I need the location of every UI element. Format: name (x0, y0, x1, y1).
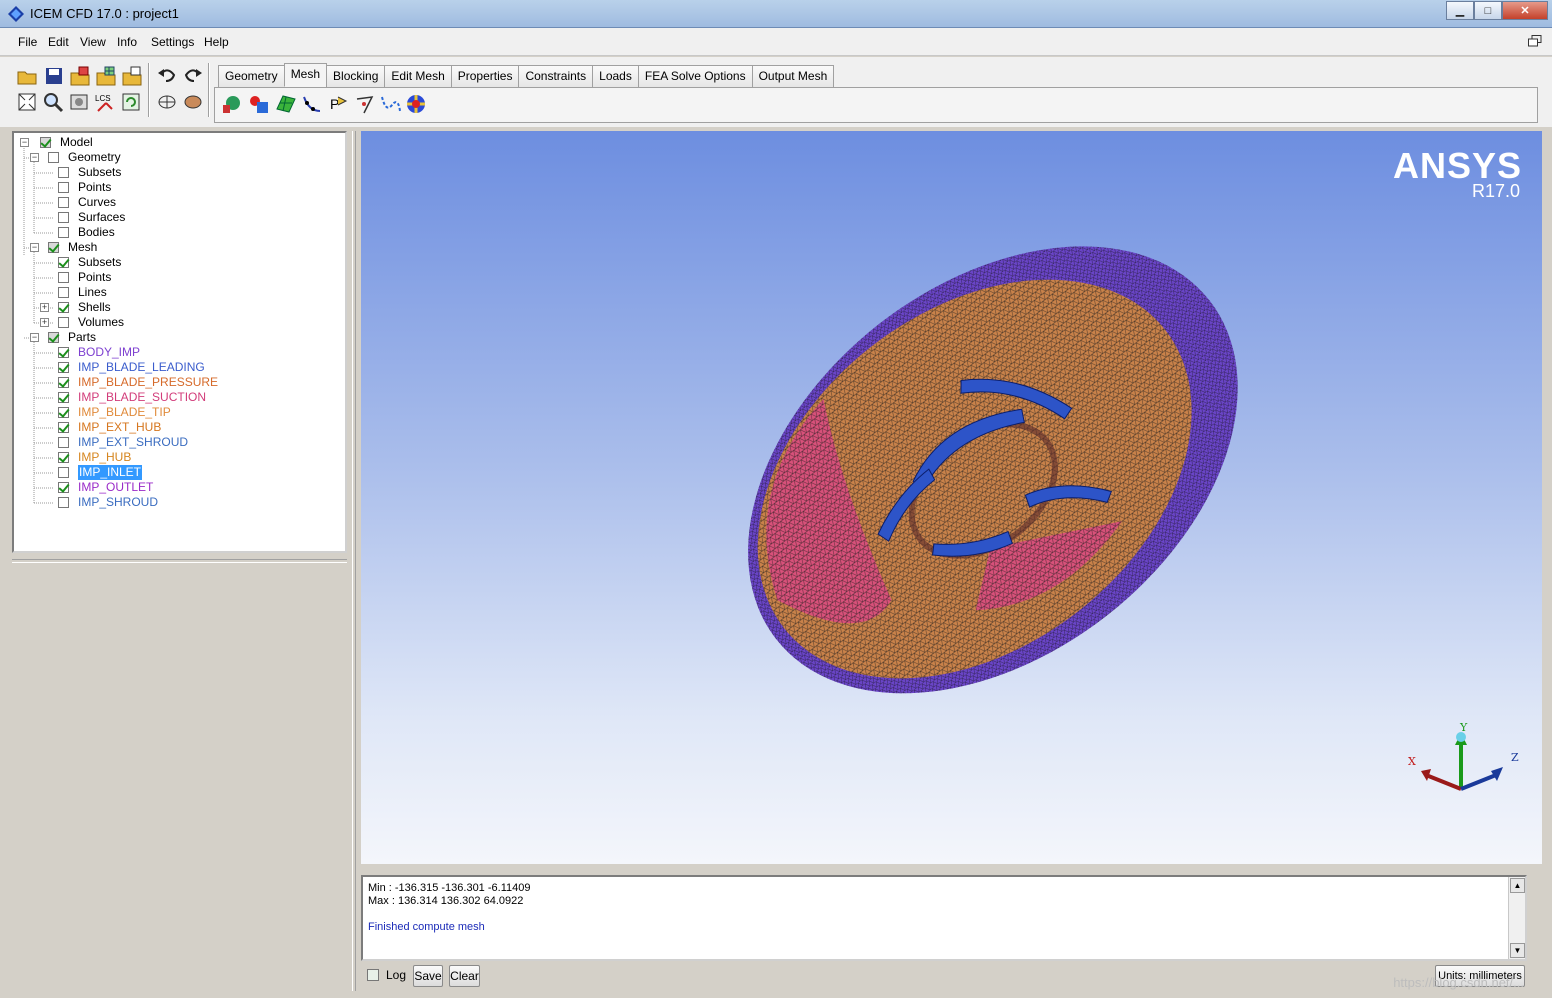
zoom-box-icon[interactable] (42, 91, 64, 113)
tab-constraints[interactable]: Constraints (518, 65, 594, 87)
axis-y-label: Y (1460, 721, 1468, 734)
restore-window-icon[interactable] (1528, 35, 1542, 47)
part-label: IMP_BLADE_PRESSURE (78, 375, 219, 389)
part-visibility-checkbox[interactable] (58, 407, 69, 418)
tab-edit-mesh[interactable]: Edit Mesh (384, 65, 452, 87)
refresh-icon[interactable] (120, 91, 142, 113)
menu-bar: File Edit View Info Settings Help (0, 28, 1552, 56)
toolbar: LCS Geometry Mesh Blocking Edit Mesh Pro… (0, 57, 1552, 127)
log-checkbox[interactable] (367, 969, 379, 981)
part-label: IMP_EXT_HUB (78, 420, 162, 434)
global-mesh-setup-icon[interactable] (221, 93, 243, 115)
maximize-button[interactable]: □ (1474, 1, 1502, 20)
tab-properties[interactable]: Properties (450, 65, 520, 87)
tab-fea-solve-options[interactable]: FEA Solve Options (637, 65, 753, 87)
create-mesh-density-icon[interactable]: P (328, 93, 350, 115)
message-toolbar: Log Save Clear Units: millimeters (361, 963, 1541, 989)
model-tree: − Model − Geometry Subsets Points Curves… (12, 131, 347, 553)
menu-help[interactable]: Help (204, 35, 229, 49)
part-label: IMP_BLADE_SUCTION (78, 390, 207, 404)
part-visibility-checkbox[interactable] (58, 347, 69, 358)
part-visibility-checkbox[interactable] (58, 362, 69, 373)
compute-mesh-icon[interactable] (405, 93, 427, 115)
local-coordinate-system-icon[interactable]: LCS (94, 91, 116, 113)
define-connectors-icon[interactable] (354, 93, 376, 115)
ansys-version: R17.0 (1471, 181, 1520, 201)
tree-label-mesh: Mesh (68, 240, 98, 254)
part-label: IMP_OUTLET (78, 480, 154, 494)
axis-x-label: X (1408, 755, 1416, 768)
message-min: Min : -136.315 -136.301 -6.11409 (368, 882, 531, 894)
part-visibility-checkbox[interactable] (58, 377, 69, 388)
close-button[interactable]: ✕ (1502, 1, 1548, 20)
open-blocking-icon[interactable] (121, 65, 143, 87)
left-panel-splitter[interactable] (12, 559, 347, 563)
title-bar: ICEM CFD 17.0 : project1 ▁ □ ✕ (0, 0, 1552, 28)
log-label: Log (386, 968, 407, 982)
part-visibility-checkbox[interactable] (58, 467, 69, 478)
part-visibility-checkbox[interactable] (58, 497, 69, 508)
menu-view[interactable]: View (80, 35, 106, 49)
tab-output-mesh[interactable]: Output Mesh (751, 65, 835, 87)
scroll-up-icon[interactable]: ▲ (1510, 878, 1525, 893)
graphics-viewport[interactable]: ANSYS R17.0 Y X Z (361, 131, 1542, 864)
tree-label-model: Model (60, 135, 93, 149)
tab-mesh[interactable]: Mesh (283, 63, 328, 87)
part-visibility-checkbox[interactable] (58, 422, 69, 433)
tab-blocking[interactable]: Blocking (326, 65, 386, 87)
watermark-text: https://blog.csdn.net/... (1393, 975, 1524, 990)
clear-log-button[interactable]: Clear (449, 965, 480, 987)
part-visibility-checkbox[interactable] (58, 452, 69, 463)
mesh-curve-icon[interactable] (380, 93, 402, 115)
part-mesh-setup-icon[interactable] (248, 93, 270, 115)
solid-display-icon[interactable] (182, 91, 204, 113)
minimize-button[interactable]: ▁ (1446, 1, 1474, 20)
part-visibility-checkbox[interactable] (58, 437, 69, 448)
mesh-tab-panel: P (214, 87, 1538, 123)
part-label: IMP_SHROUD (78, 495, 159, 509)
open-geometry-icon[interactable] (69, 65, 91, 87)
menu-info[interactable]: Info (117, 35, 137, 49)
axis-z-label: Z (1511, 751, 1519, 764)
save-log-button[interactable]: Save (413, 965, 443, 987)
svg-text:P: P (330, 96, 339, 112)
fit-window-icon[interactable] (16, 91, 38, 113)
redo-icon[interactable] (182, 65, 204, 87)
message-window: Min : -136.315 -136.301 -6.11409 Max : 1… (361, 875, 1527, 961)
part-label: BODY_IMP (78, 345, 141, 359)
part-visibility-checkbox[interactable] (58, 482, 69, 493)
message-scrollbar[interactable]: ▲ ▼ (1508, 877, 1525, 959)
curve-mesh-setup-icon[interactable] (301, 93, 323, 115)
message-max: Max : 136.314 136.302 64.0922 (368, 895, 524, 907)
part-label: IMP_EXT_SHROUD (78, 435, 189, 449)
tab-loads[interactable]: Loads (592, 65, 639, 87)
save-icon[interactable] (43, 65, 65, 87)
tree-label-parts: Parts (68, 330, 97, 344)
function-tabs: Geometry Mesh Blocking Edit Mesh Propert… (218, 63, 835, 87)
part-label: IMP_HUB (78, 450, 132, 464)
part-label: IMP_BLADE_TIP (78, 405, 171, 419)
part-label: IMP_BLADE_LEADING (78, 360, 205, 374)
open-mesh-icon[interactable] (95, 65, 117, 87)
menu-file[interactable]: File (18, 35, 37, 49)
surface-mesh-setup-icon[interactable] (275, 93, 297, 115)
part-visibility-checkbox[interactable] (58, 392, 69, 403)
menu-edit[interactable]: Edit (48, 35, 69, 49)
tab-geometry[interactable]: Geometry (218, 65, 285, 87)
part-label: IMP_INLET (78, 465, 143, 480)
svg-text:LCS: LCS (95, 94, 111, 103)
undo-icon[interactable] (156, 65, 178, 87)
icem-app-icon (8, 6, 24, 22)
tree-label-geometry: Geometry (68, 150, 121, 164)
scroll-down-icon[interactable]: ▼ (1510, 943, 1525, 958)
message-status: Finished compute mesh (368, 921, 485, 933)
impeller-mesh-render (748, 246, 1238, 694)
measure-icon[interactable] (68, 91, 90, 113)
vertical-splitter[interactable] (352, 131, 356, 991)
window-title: ICEM CFD 17.0 : project1 (30, 6, 179, 21)
wireframe-icon[interactable] (156, 91, 178, 113)
open-folder-icon[interactable] (16, 65, 38, 87)
menu-settings[interactable]: Settings (151, 35, 194, 49)
